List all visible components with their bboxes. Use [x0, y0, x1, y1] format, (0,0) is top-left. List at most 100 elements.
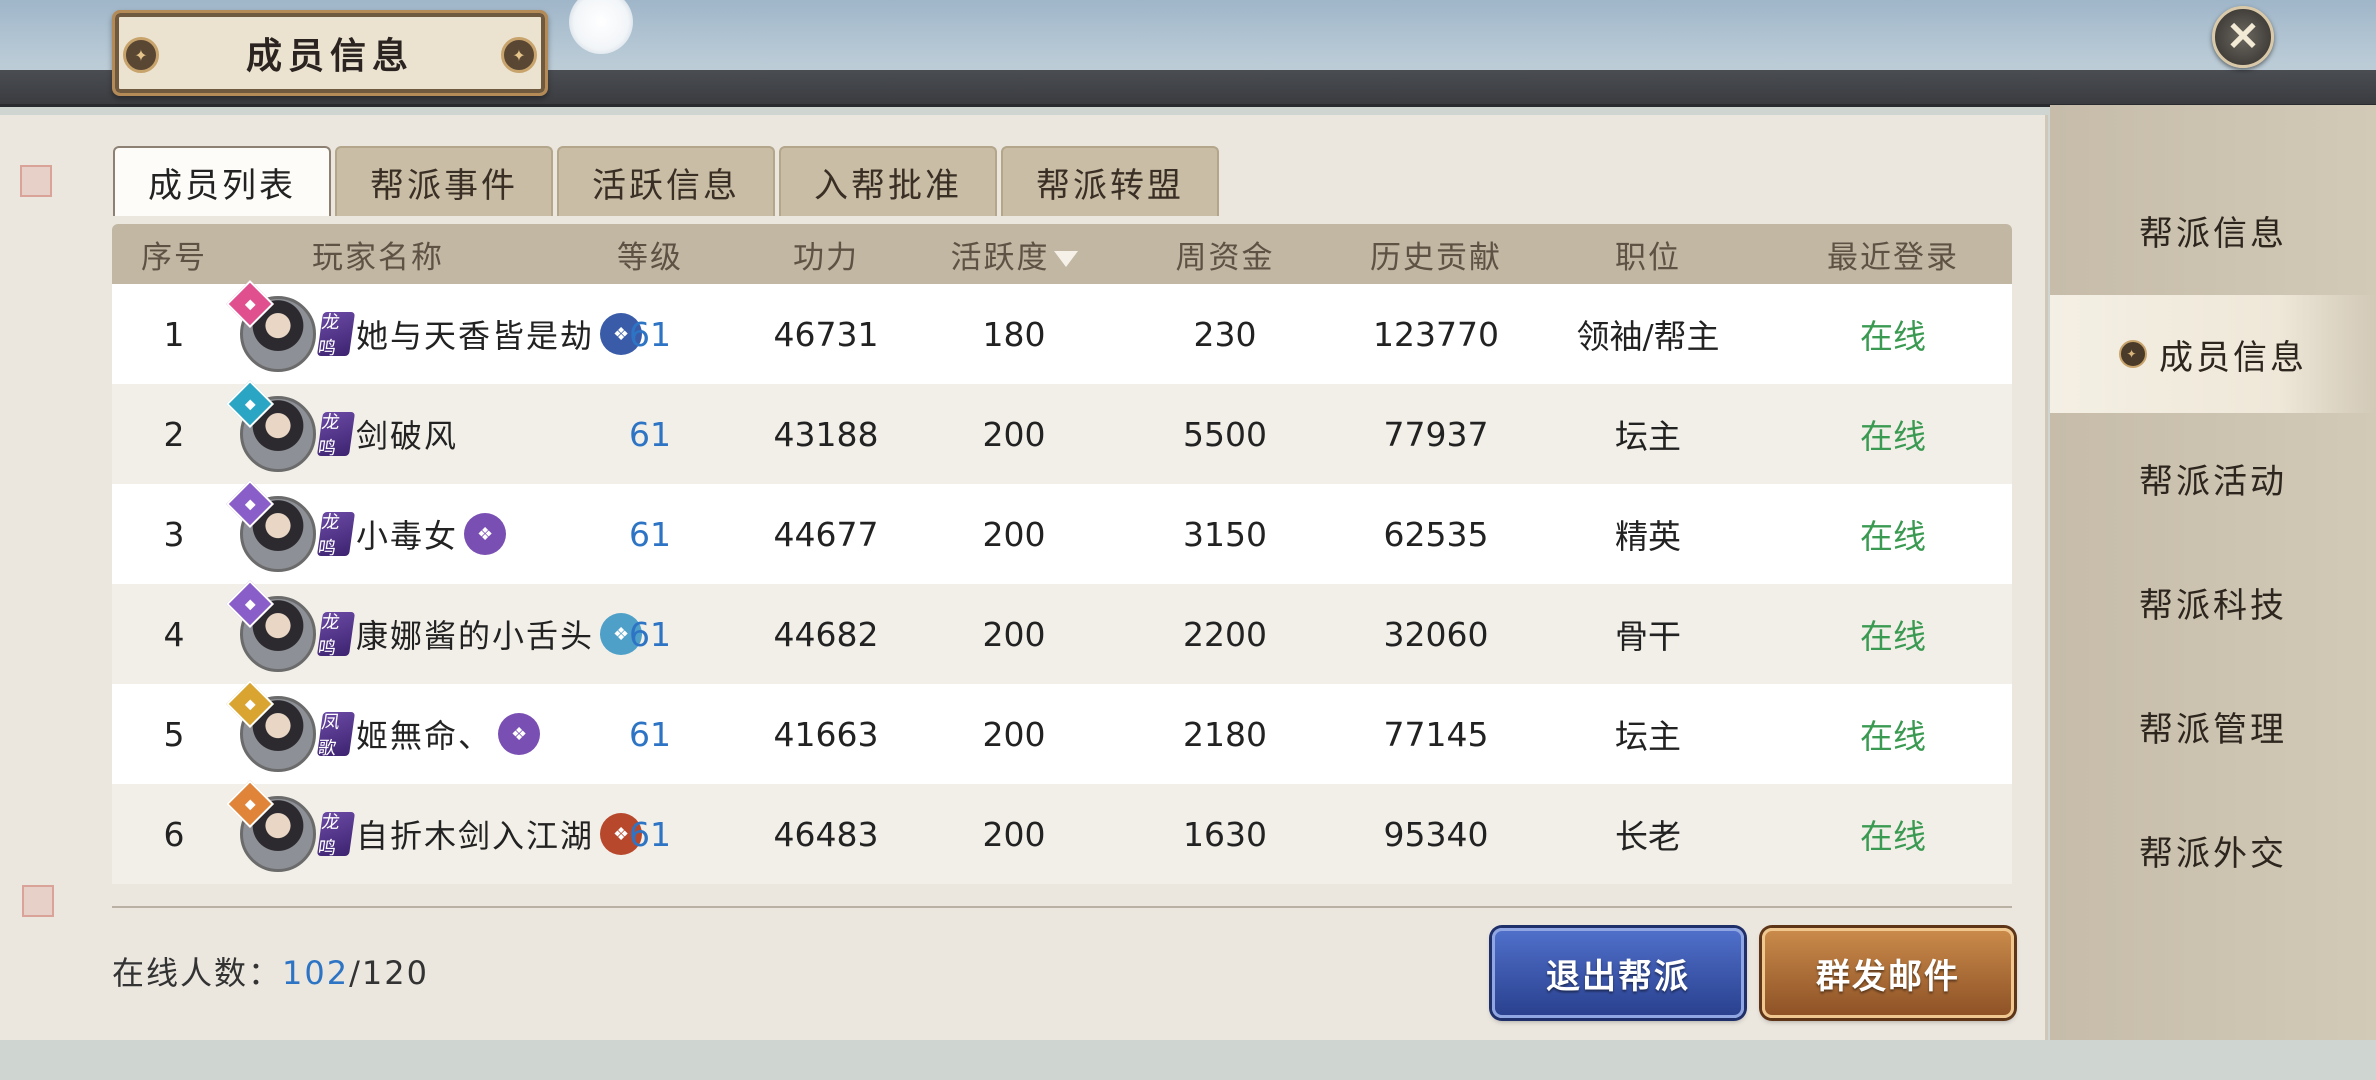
- tab-1[interactable]: 帮派事件: [335, 146, 553, 216]
- avatar[interactable]: ◆: [225, 379, 316, 472]
- player-last-login: 在线: [1860, 317, 1926, 356]
- player-level: 61: [629, 614, 671, 654]
- player-weekly-funds: 3150: [1183, 514, 1267, 554]
- player-activity: 200: [982, 614, 1046, 654]
- sidenav-item-3[interactable]: 帮派科技: [2050, 543, 2376, 661]
- header-level: 等级: [617, 239, 683, 276]
- close-icon: ✕: [2226, 13, 2260, 60]
- title-badge-icon: ❖: [498, 713, 541, 755]
- sidenav-item-label: 帮派科技: [2139, 585, 2287, 626]
- tab-0[interactable]: 成员列表: [113, 146, 331, 216]
- row-index: 1: [163, 314, 185, 354]
- sidenav-item-label: 帮派管理: [2139, 709, 2287, 750]
- table-body: 1 ◆ 龙鸣 她与天香皆是劫 ❖ 61 46731 180 230 123770…: [112, 279, 2012, 884]
- side-navigation: 帮派信息 ✦ 成员信息帮派活动帮派科技帮派管理帮派外交: [2050, 105, 2376, 1040]
- tier-badge: 龙鸣: [316, 812, 356, 859]
- sidenav-item-5[interactable]: 帮派外交: [2050, 791, 2376, 909]
- player-power: 46483: [773, 814, 879, 854]
- player-power: 44677: [773, 514, 879, 554]
- table-row[interactable]: 2 ◆ 龙鸣 剑破风 61 43188 200 5500 77937 坛主 在线: [112, 379, 2012, 484]
- player-position: 领袖/帮主: [1576, 317, 1720, 356]
- tier-badge: 龙鸣: [316, 512, 356, 559]
- avatar[interactable]: ◆: [225, 479, 316, 572]
- quit-guild-button[interactable]: 退出帮派: [1492, 928, 1744, 1018]
- player-power: 44682: [773, 614, 879, 654]
- player-name-cell: ◆ 龙鸣 康娜酱的小舌头 ❖: [225, 579, 643, 672]
- seal-stamp-icon: [20, 165, 52, 197]
- sidenav-item-label: 成员信息: [2159, 337, 2307, 378]
- table-row[interactable]: 6 ◆ 龙鸣 自折木剑入江湖 ❖ 61 46483 200 1630 95340…: [112, 779, 2012, 884]
- player-weekly-funds: 1630: [1183, 814, 1267, 854]
- tab-4[interactable]: 帮派转盟: [1001, 146, 1219, 216]
- avatar[interactable]: ◆: [225, 279, 316, 372]
- player-position: 坛主: [1615, 417, 1681, 456]
- player-name: 她与天香皆是劫: [356, 317, 595, 355]
- player-contribution: 62535: [1383, 514, 1489, 554]
- player-name-cell: ◆ 龙鸣 剑破风: [225, 379, 576, 472]
- player-activity: 200: [982, 414, 1046, 454]
- player-name-cell: ◆ 凤歌 姬無命、 ❖: [225, 679, 576, 772]
- close-button[interactable]: ✕: [2212, 6, 2274, 68]
- tier-badge: 凤歌: [316, 712, 356, 759]
- online-label: 在线人数：: [112, 954, 283, 992]
- row-index: 6: [163, 814, 185, 854]
- player-power: 41663: [773, 714, 879, 754]
- player-contribution: 77145: [1383, 714, 1489, 754]
- table-row[interactable]: 3 ◆ 龙鸣 小毒女 ❖ 61 44677 200 3150 62535 精英 …: [112, 479, 2012, 584]
- avatar[interactable]: ◆: [225, 679, 316, 772]
- table-row[interactable]: 4 ◆ 龙鸣 康娜酱的小舌头 ❖ 61 44682 200 2200 32060…: [112, 579, 2012, 684]
- header-login: 最近登录: [1827, 239, 1959, 276]
- avatar[interactable]: ◆: [225, 579, 316, 672]
- header-position: 职位: [1615, 239, 1681, 276]
- table-row[interactable]: 1 ◆ 龙鸣 她与天香皆是劫 ❖ 61 46731 180 230 123770…: [112, 279, 2012, 384]
- player-name: 小毒女: [356, 517, 459, 555]
- player-activity: 200: [982, 714, 1046, 754]
- mass-mail-button[interactable]: 群发邮件: [1762, 928, 2014, 1018]
- seal-stamp-icon: [22, 885, 54, 917]
- row-index: 5: [163, 714, 185, 754]
- player-weekly-funds: 2200: [1183, 614, 1267, 654]
- player-power: 43188: [773, 414, 879, 454]
- knot-ornament-icon: ✦: [2119, 340, 2147, 368]
- sidenav-item-4[interactable]: 帮派管理: [2050, 667, 2376, 785]
- online-count: 在线人数：102/120: [112, 948, 429, 994]
- player-name-cell: ◆ 龙鸣 自折木剑入江湖 ❖: [225, 779, 643, 872]
- online-current: 102: [282, 954, 350, 992]
- member-table: 序号 玩家名称 等级 功力 活跃度 周资金 历史贡献 职位 最近登录 1 ◆ 龙…: [112, 224, 2012, 884]
- sidenav-item-1[interactable]: ✦ 成员信息: [2050, 295, 2376, 413]
- sidenav-item-0[interactable]: 帮派信息: [2050, 171, 2376, 289]
- header-activity[interactable]: 活跃度: [928, 232, 1100, 277]
- player-level: 61: [629, 514, 671, 554]
- player-name: 康娜酱的小舌头: [356, 617, 595, 655]
- sort-down-icon: [1053, 251, 1078, 267]
- table-row[interactable]: 5 ◆ 凤歌 姬無命、 ❖ 61 41663 200 2180 77145 坛主…: [112, 679, 2012, 784]
- tab-3[interactable]: 入帮批准: [779, 146, 997, 216]
- row-index: 3: [163, 514, 185, 554]
- header-weekly: 周资金: [1175, 239, 1275, 276]
- player-position: 精英: [1615, 517, 1681, 556]
- player-level: 61: [629, 814, 671, 854]
- player-last-login: 在线: [1860, 717, 1926, 756]
- player-position: 长老: [1615, 817, 1681, 856]
- sidenav-item-label: 帮派外交: [2139, 833, 2287, 874]
- player-name: 自折木剑入江湖: [356, 817, 595, 855]
- tier-badge: 龙鸣: [316, 612, 356, 659]
- tab-2[interactable]: 活跃信息: [557, 146, 775, 216]
- player-contribution: 95340: [1383, 814, 1489, 854]
- player-last-login: 在线: [1860, 517, 1926, 556]
- window-title-plaque: ✦ 成员信息 ✦: [112, 10, 548, 96]
- avatar[interactable]: ◆: [225, 779, 316, 872]
- tier-badge: 龙鸣: [316, 412, 356, 459]
- knot-ornament-icon: ✦: [123, 37, 159, 73]
- header-contribution: 历史贡献: [1370, 239, 1502, 276]
- divider: [112, 906, 2012, 908]
- player-position: 坛主: [1615, 717, 1681, 756]
- tab-bar: 成员列表 帮派事件 活跃信息 入帮批准 帮派转盟: [113, 146, 1219, 216]
- sidenav-item-label: 帮派活动: [2139, 461, 2287, 502]
- player-contribution: 32060: [1383, 614, 1489, 654]
- player-weekly-funds: 2180: [1183, 714, 1267, 754]
- player-level: 61: [629, 314, 671, 354]
- title-badge-icon: ❖: [464, 513, 507, 555]
- sidenav-item-2[interactable]: 帮派活动: [2050, 419, 2376, 537]
- player-last-login: 在线: [1860, 417, 1926, 456]
